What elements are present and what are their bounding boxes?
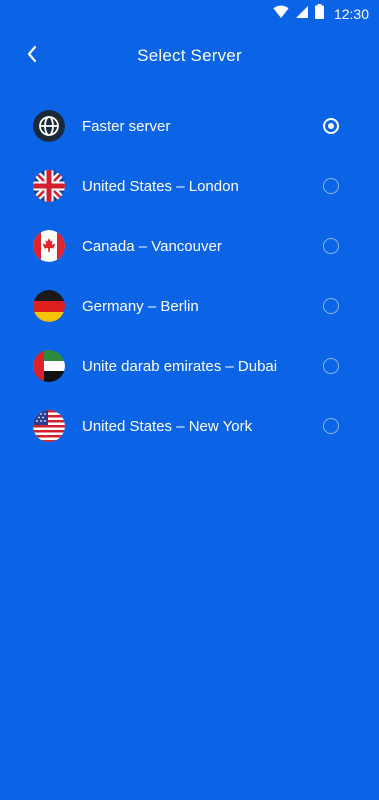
uk-flag-icon [33, 170, 65, 202]
canada-flag-icon [33, 230, 65, 262]
server-label: Germany – Berlin [82, 297, 199, 315]
header: Select Server [0, 34, 379, 78]
usa-flag-icon [33, 410, 65, 442]
chevron-left-icon [26, 45, 38, 68]
server-item-faster[interactable]: Faster server [0, 96, 379, 156]
status-time: 12:30 [333, 6, 369, 22]
globe-icon [33, 110, 65, 142]
radio-button[interactable] [323, 418, 339, 434]
radio-button[interactable] [323, 238, 339, 254]
back-button[interactable] [16, 40, 48, 72]
status-bar: 12:30 [0, 0, 379, 28]
radio-button[interactable] [323, 298, 339, 314]
battery-icon [314, 4, 324, 24]
server-item-new-york[interactable]: United States – New York [0, 396, 379, 456]
server-item-berlin[interactable]: Germany – Berlin [0, 276, 379, 336]
page-title: Select Server [137, 46, 242, 65]
uae-flag-icon [33, 350, 65, 382]
server-label: United States – New York [82, 417, 253, 435]
radio-button[interactable] [323, 358, 339, 374]
server-label: Unite darab emirates – Dubai [82, 357, 278, 375]
radio-button[interactable] [323, 178, 339, 194]
server-item-dubai[interactable]: Unite darab emirates – Dubai [0, 336, 379, 396]
cellular-signal-icon [295, 5, 309, 24]
server-label: United States – London [82, 177, 239, 195]
radio-button-selected[interactable] [323, 118, 339, 134]
server-item-vancouver[interactable]: Canada – Vancouver [0, 216, 379, 276]
select-server-screen: 12:30 Select Server Faster server United… [0, 0, 379, 800]
server-item-london[interactable]: United States – London [0, 156, 379, 216]
server-label: Faster server [82, 117, 171, 135]
server-list: Faster server United States – London Can… [0, 96, 379, 456]
wifi-icon [273, 5, 289, 24]
germany-flag-icon [33, 290, 65, 322]
server-label: Canada – Vancouver [82, 237, 222, 255]
